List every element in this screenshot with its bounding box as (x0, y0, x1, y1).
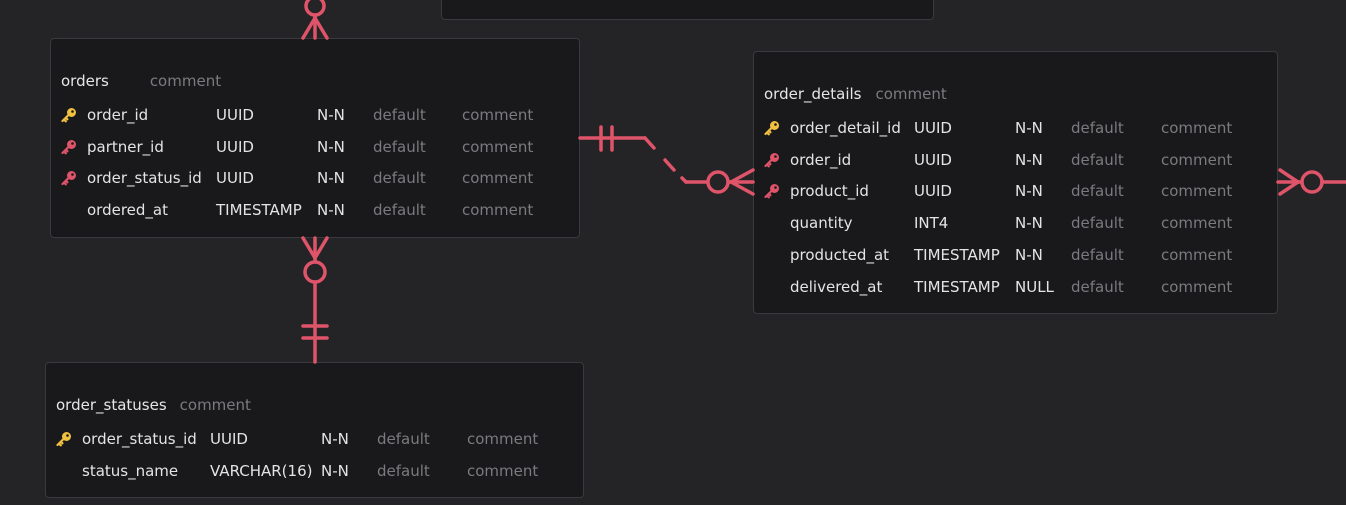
column-comment: comment (1161, 182, 1233, 201)
table-row[interactable]: order_status_id UUID N-N default comment (51, 168, 579, 200)
column-type: INT4 (914, 214, 949, 233)
column-name: order_id (87, 106, 149, 124)
column-type: UUID (216, 169, 254, 188)
column-name: producted_at (790, 245, 890, 264)
relationship-edge-top-orders (301, 0, 329, 40)
column-name: delivered_at (790, 277, 883, 296)
table-row[interactable]: order_detail_id UUID N-N default comment (754, 118, 1277, 150)
column-type: TIMESTAMP (914, 245, 1000, 264)
crow-zero-circle (303, 260, 327, 284)
column-comment: comment (1161, 245, 1233, 264)
column-comment: comment (1161, 150, 1233, 169)
column-type: UUID (216, 137, 254, 156)
column-default: default (373, 137, 426, 156)
column-default: default (1071, 245, 1124, 264)
column-nullability: N-N (1015, 119, 1043, 137)
column-nullability: N-N (1015, 214, 1043, 233)
column-name: quantity (790, 214, 853, 233)
table-orders[interactable]: orders comment order_id UUID N-N default com… (50, 38, 580, 238)
column-type: VARCHAR(16) (210, 461, 313, 480)
crow-zero-circle (706, 170, 730, 194)
column-nullability: N-N (321, 430, 349, 448)
table-name: orders (61, 72, 109, 90)
column-type: UUID (914, 150, 952, 169)
table-row[interactable]: ordered_at TIMESTAMP N-N default comment (51, 200, 579, 232)
primary-key-icon (61, 105, 79, 125)
table-comment: comment (179, 396, 251, 414)
column-name: status_name (82, 461, 179, 480)
column-name: partner_id (87, 137, 164, 156)
table-comment: comment (875, 85, 947, 103)
primary-key-icon (56, 429, 74, 449)
column-comment: comment (1161, 119, 1233, 137)
crow-zero-circle (304, 0, 326, 17)
column-default: default (1071, 182, 1124, 201)
column-nullability: N-N (1015, 245, 1043, 264)
column-type: TIMESTAMP (216, 201, 302, 220)
column-comment: comment (462, 137, 534, 156)
column-type: TIMESTAMP (914, 277, 1000, 296)
column-type: UUID (914, 119, 952, 137)
column-default: default (1071, 119, 1124, 137)
column-comment: comment (462, 169, 534, 188)
foreign-key-icon (764, 181, 782, 201)
column-default: default (373, 169, 426, 188)
column-nullability: N-N (317, 137, 345, 156)
column-type: UUID (216, 106, 254, 124)
column-nullability: N-N (321, 461, 349, 480)
column-default: default (1071, 277, 1124, 296)
column-default: default (377, 430, 430, 448)
table-row[interactable]: delivered_at TIMESTAMP NULL default comment (754, 277, 1277, 309)
column-nullability: N-N (1015, 150, 1043, 169)
table-order-details[interactable]: order_details comment order_detail_id UUI… (753, 51, 1278, 314)
column-default: default (373, 201, 426, 220)
column-default: default (1071, 214, 1124, 233)
primary-key-icon (764, 118, 782, 138)
column-nullability: N-N (1015, 182, 1043, 201)
column-name: order_id (790, 150, 852, 169)
foreign-key-icon (61, 137, 79, 157)
table-name: order_details (764, 85, 862, 103)
column-comment: comment (462, 106, 534, 124)
crow-zero-circle (1300, 170, 1324, 194)
foreign-key-icon (764, 150, 782, 170)
column-name: order_status_id (82, 430, 197, 448)
column-name: order_status_id (87, 169, 202, 188)
relationship-edge-order-statuses-orders (301, 236, 329, 364)
column-nullability: N-N (317, 106, 345, 124)
table-comment: comment (149, 72, 222, 90)
column-comment: comment (467, 461, 539, 480)
column-name: product_id (790, 182, 869, 201)
column-comment: comment (1161, 214, 1233, 233)
column-default: default (373, 106, 426, 124)
column-type: UUID (210, 430, 248, 448)
column-name: order_detail_id (790, 119, 901, 137)
column-name: ordered_at (87, 201, 168, 220)
column-comment: comment (1161, 277, 1233, 296)
relationship-edge-orders-order-details (578, 125, 755, 196)
table-row[interactable]: order_id UUID N-N default comment (51, 105, 579, 137)
column-nullability: NULL (1015, 277, 1054, 296)
table-row[interactable]: order_id UUID N-N default comment (754, 150, 1277, 182)
column-comment: comment (467, 430, 539, 448)
table-row[interactable]: partner_id UUID N-N default comment (51, 137, 579, 169)
table-row[interactable]: quantity INT4 N-N default comment (754, 213, 1277, 245)
column-type: UUID (914, 182, 952, 201)
table-order-statuses[interactable]: order_statuses comment order_status_id UU… (45, 362, 584, 498)
table-partial-top[interactable] (441, 0, 934, 20)
column-default: default (377, 461, 430, 480)
crow-foot (301, 16, 317, 40)
table-row[interactable]: order_status_id UUID N-N default comment (46, 429, 583, 461)
table-row[interactable]: producted_at TIMESTAMP N-N default comment (754, 245, 1277, 277)
column-default: default (1071, 150, 1124, 169)
table-row[interactable]: status_name VARCHAR(16) N-N default comment (46, 461, 583, 493)
foreign-key-icon (61, 168, 79, 188)
column-nullability: N-N (317, 201, 345, 220)
table-name: order_statuses (56, 396, 167, 414)
relationship-edge-order-details-right (1276, 168, 1346, 196)
column-comment: comment (462, 201, 534, 220)
table-row[interactable]: product_id UUID N-N default comment (754, 181, 1277, 213)
column-nullability: N-N (317, 169, 345, 188)
